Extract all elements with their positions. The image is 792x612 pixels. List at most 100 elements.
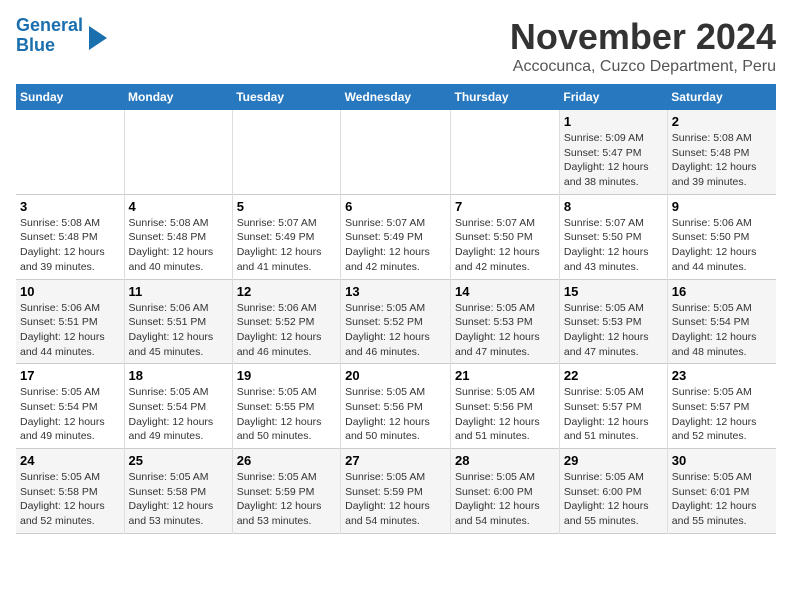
weekday-header-thursday: Thursday: [451, 84, 560, 110]
day-info: Sunrise: 5:05 AM Sunset: 5:53 PM Dayligh…: [564, 301, 663, 360]
weekday-header-friday: Friday: [559, 84, 667, 110]
day-info: Sunrise: 5:08 AM Sunset: 5:48 PM Dayligh…: [672, 131, 772, 190]
day-number: 1: [564, 114, 663, 129]
day-number: 30: [672, 453, 772, 468]
calendar-cell: 16 Sunrise: 5:05 AM Sunset: 5:54 PM Dayli…: [667, 279, 776, 364]
day-info: Sunrise: 5:05 AM Sunset: 5:58 PM Dayligh…: [20, 470, 120, 529]
day-info: Sunrise: 5:09 AM Sunset: 5:47 PM Dayligh…: [564, 131, 663, 190]
day-number: 21: [455, 368, 555, 383]
calendar-cell: 10Sunrise: 5:06 AM Sunset: 5:51 PM Dayli…: [16, 279, 124, 364]
calendar-cell: 5 Sunrise: 5:07 AM Sunset: 5:49 PM Daylig…: [232, 194, 340, 279]
day-info: Sunrise: 5:06 AM Sunset: 5:51 PM Dayligh…: [129, 301, 228, 360]
day-number: 9: [672, 199, 772, 214]
day-number: 4: [129, 199, 228, 214]
day-number: 16: [672, 284, 772, 299]
calendar-cell: 13 Sunrise: 5:05 AM Sunset: 5:52 PM Dayli…: [341, 279, 451, 364]
calendar-cell: 11 Sunrise: 5:06 AM Sunset: 5:51 PM Dayli…: [124, 279, 232, 364]
day-number: 17: [20, 368, 120, 383]
day-info: Sunrise: 5:08 AM Sunset: 5:48 PM Dayligh…: [20, 216, 120, 275]
calendar-cell: 22 Sunrise: 5:05 AM Sunset: 5:57 PM Dayli…: [559, 364, 667, 449]
calendar-week-row: 24Sunrise: 5:05 AM Sunset: 5:58 PM Dayli…: [16, 449, 776, 534]
day-info: Sunrise: 5:05 AM Sunset: 5:57 PM Dayligh…: [564, 385, 663, 444]
day-info: Sunrise: 5:05 AM Sunset: 5:55 PM Dayligh…: [237, 385, 336, 444]
calendar-week-row: 3Sunrise: 5:08 AM Sunset: 5:48 PM Daylig…: [16, 194, 776, 279]
day-number: 18: [129, 368, 228, 383]
calendar-cell: 21 Sunrise: 5:05 AM Sunset: 5:56 PM Dayli…: [451, 364, 560, 449]
logo-text: General: [16, 16, 83, 36]
day-number: 26: [237, 453, 336, 468]
calendar-cell: [124, 110, 232, 194]
calendar-cell: 17 Sunrise: 5:05 AM Sunset: 5:54 PM Dayli…: [16, 364, 124, 449]
calendar-cell: 20 Sunrise: 5:05 AM Sunset: 5:56 PM Dayli…: [341, 364, 451, 449]
day-info: Sunrise: 5:05 AM Sunset: 5:52 PM Dayligh…: [345, 301, 446, 360]
day-info: Sunrise: 5:05 AM Sunset: 5:58 PM Dayligh…: [129, 470, 228, 529]
logo-blue: Blue: [16, 36, 83, 56]
logo-arrow-icon: [89, 26, 107, 50]
calendar-cell: 8Sunrise: 5:07 AM Sunset: 5:50 PM Daylig…: [559, 194, 667, 279]
day-number: 22: [564, 368, 663, 383]
day-info: Sunrise: 5:07 AM Sunset: 5:49 PM Dayligh…: [237, 216, 336, 275]
logo: General Blue: [16, 16, 107, 56]
day-number: 23: [672, 368, 772, 383]
day-info: Sunrise: 5:07 AM Sunset: 5:49 PM Dayligh…: [345, 216, 446, 275]
day-info: Sunrise: 5:05 AM Sunset: 5:56 PM Dayligh…: [345, 385, 446, 444]
day-number: 5: [237, 199, 336, 214]
day-number: 27: [345, 453, 446, 468]
day-info: Sunrise: 5:05 AM Sunset: 5:56 PM Dayligh…: [455, 385, 555, 444]
day-number: 10: [20, 284, 120, 299]
logo-general: General: [16, 15, 83, 35]
calendar-cell: 19Sunrise: 5:05 AM Sunset: 5:55 PM Dayli…: [232, 364, 340, 449]
calendar-cell: 7 Sunrise: 5:07 AM Sunset: 5:50 PM Daylig…: [451, 194, 560, 279]
day-number: 6: [345, 199, 446, 214]
calendar-cell: 23 Sunrise: 5:05 AM Sunset: 5:57 PM Dayli…: [667, 364, 776, 449]
calendar-week-row: 1 Sunrise: 5:09 AM Sunset: 5:47 PM Daylig…: [16, 110, 776, 194]
calendar-cell: 12 Sunrise: 5:06 AM Sunset: 5:52 PM Dayli…: [232, 279, 340, 364]
day-info: Sunrise: 5:05 AM Sunset: 5:54 PM Dayligh…: [20, 385, 120, 444]
day-number: 20: [345, 368, 446, 383]
calendar-week-row: 17 Sunrise: 5:05 AM Sunset: 5:54 PM Dayli…: [16, 364, 776, 449]
calendar-cell: 27Sunrise: 5:05 AM Sunset: 5:59 PM Dayli…: [341, 449, 451, 534]
day-number: 12: [237, 284, 336, 299]
calendar-cell: 26 Sunrise: 5:05 AM Sunset: 5:59 PM Dayli…: [232, 449, 340, 534]
weekday-header-wednesday: Wednesday: [341, 84, 451, 110]
day-number: 14: [455, 284, 555, 299]
calendar-cell: [232, 110, 340, 194]
weekday-header-monday: Monday: [124, 84, 232, 110]
day-number: 2: [672, 114, 772, 129]
day-info: Sunrise: 5:05 AM Sunset: 5:59 PM Dayligh…: [237, 470, 336, 529]
calendar-table: SundayMondayTuesdayWednesdayThursdayFrid…: [16, 84, 776, 534]
location-title: Accocunca, Cuzco Department, Peru: [510, 58, 776, 76]
day-info: Sunrise: 5:05 AM Sunset: 6:01 PM Dayligh…: [672, 470, 772, 529]
calendar-week-row: 10 Sunrise: 5:06 AM Sunset: 5:51 PM Dayli…: [16, 279, 776, 364]
calendar-cell: [16, 110, 124, 194]
title-block: November 2024 Accocunca, Cuzco Departmen…: [510, 16, 776, 76]
day-info: Sunrise: 5:05 AM Sunset: 5:53 PM Dayligh…: [455, 301, 555, 360]
day-number: 13: [345, 284, 446, 299]
day-number: 7: [455, 199, 555, 214]
day-info: Sunrise: 5:05 AM Sunset: 5:54 PM Dayligh…: [672, 301, 772, 360]
day-info: Sunrise: 5:05 AM Sunset: 5:54 PM Dayligh…: [129, 385, 228, 444]
month-title: November 2024: [510, 16, 776, 58]
calendar-cell: 24Sunrise: 5:05 AM Sunset: 5:58 PM Dayli…: [16, 449, 124, 534]
calendar-cell: 29Sunrise: 5:05 AM Sunset: 6:00 PM Dayli…: [559, 449, 667, 534]
weekday-header-sunday: Sunday: [16, 84, 124, 110]
weekday-header-saturday: Saturday: [667, 84, 776, 110]
calendar-cell: 28Sunrise: 5:05 AM Sunset: 6:00 PM Dayli…: [451, 449, 560, 534]
calendar-cell: 1 Sunrise: 5:09 AM Sunset: 5:47 PM Daylig…: [559, 110, 667, 194]
logo-blue-text: Blue: [16, 35, 55, 55]
day-info: Sunrise: 5:05 AM Sunset: 6:00 PM Dayligh…: [455, 470, 555, 529]
calendar-cell: 2 Sunrise: 5:08 AM Sunset: 5:48 PM Daylig…: [667, 110, 776, 194]
calendar-cell: 18 Sunrise: 5:05 AM Sunset: 5:54 PM Dayli…: [124, 364, 232, 449]
day-number: 11: [129, 284, 228, 299]
day-info: Sunrise: 5:06 AM Sunset: 5:52 PM Dayligh…: [237, 301, 336, 360]
day-info: Sunrise: 5:08 AM Sunset: 5:48 PM Dayligh…: [129, 216, 228, 275]
calendar-cell: 25Sunrise: 5:05 AM Sunset: 5:58 PM Dayli…: [124, 449, 232, 534]
calendar-cell: 15Sunrise: 5:05 AM Sunset: 5:53 PM Dayli…: [559, 279, 667, 364]
calendar-cell: 3Sunrise: 5:08 AM Sunset: 5:48 PM Daylig…: [16, 194, 124, 279]
day-info: Sunrise: 5:05 AM Sunset: 6:00 PM Dayligh…: [564, 470, 663, 529]
day-info: Sunrise: 5:05 AM Sunset: 5:57 PM Dayligh…: [672, 385, 772, 444]
day-info: Sunrise: 5:06 AM Sunset: 5:50 PM Dayligh…: [672, 216, 772, 275]
day-info: Sunrise: 5:07 AM Sunset: 5:50 PM Dayligh…: [455, 216, 555, 275]
weekday-header-tuesday: Tuesday: [232, 84, 340, 110]
weekday-header-row: SundayMondayTuesdayWednesdayThursdayFrid…: [16, 84, 776, 110]
